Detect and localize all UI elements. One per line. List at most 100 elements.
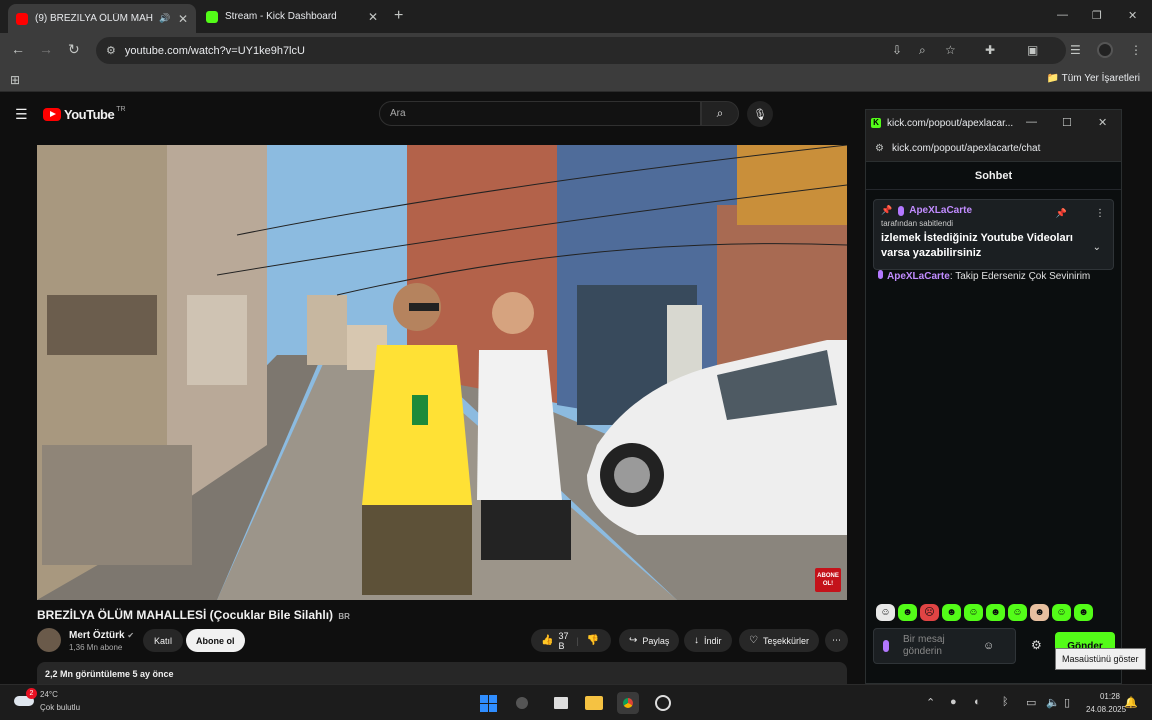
close-window-icon[interactable]: ✕ <box>1128 9 1137 22</box>
chat-settings-icon[interactable]: ⚙ <box>1031 638 1042 652</box>
more-icon: ⋯ <box>832 635 841 645</box>
share-icon: ↪ <box>629 635 638 646</box>
all-bookmarks-folder[interactable]: 📁 Tüm Yer İşaretleri <box>1047 73 1140 84</box>
channel-name-text[interactable]: Mert Öztürk <box>69 630 125 641</box>
reload-icon[interactable]: ↻ <box>68 41 80 58</box>
kick-logo-icon: K <box>871 118 881 128</box>
chat-username[interactable]: ApeXLaCarte <box>887 271 950 282</box>
tray-steam-icon[interactable]: ◐ <box>974 696 981 708</box>
chat-message-input[interactable]: Bir mesaj gönderin ☺ <box>873 628 1016 664</box>
channel-name[interactable]: Mert Öztürk ✔ <box>69 630 134 641</box>
new-tab-icon[interactable]: + <box>394 7 403 25</box>
tab-label: (9) BREZİLYA ÖLÜM MAHALLESİ <box>35 13 153 24</box>
pinned-user[interactable]: ApeXLaCarte <box>909 205 972 216</box>
install-app-icon[interactable]: ⇩ <box>892 43 902 57</box>
popout-url-bar[interactable]: ⚙ kick.com/popout/apexlacarte/chat <box>866 136 1121 162</box>
weather-description[interactable]: Çok bulutlu <box>40 703 80 712</box>
chrome-taskbar-button[interactable] <box>617 692 639 714</box>
close-tab-icon[interactable]: ✕ <box>368 10 378 24</box>
emote-grin-icon[interactable]: ☻ <box>942 604 961 621</box>
verified-badge-icon: ✔ <box>127 631 135 640</box>
volume-icon[interactable]: 🔈 <box>1046 696 1060 709</box>
youtube-logo[interactable]: YouTube TR <box>43 106 126 122</box>
task-view-button[interactable] <box>550 692 572 714</box>
tab-youtube[interactable]: (9) BREZİLYA ÖLÜM MAHALLESİ 🔊 ✕ <box>8 4 196 33</box>
chrome-menu-icon[interactable]: ⋮ <box>1130 43 1142 57</box>
search-circle-icon <box>516 697 528 709</box>
subscribe-watermark[interactable]: ABONE OL! <box>815 568 841 592</box>
obs-taskbar-button[interactable] <box>652 692 674 714</box>
back-icon[interactable]: ← <box>11 41 25 57</box>
pinned-message[interactable]: 📌 ApeXLaCarte tarafından sabitlendi izle… <box>873 199 1114 270</box>
video-player[interactable]: ABONE OL! <box>37 145 847 600</box>
subscribe-button[interactable]: Abone ol <box>186 629 245 652</box>
apps-grid-icon[interactable]: ⊞ <box>10 73 20 87</box>
media-controls-icon[interactable]: ☰ <box>1070 43 1081 57</box>
hamburger-menu-icon[interactable]: ☰ <box>15 106 28 123</box>
popout-close-icon[interactable]: ✕ <box>1098 116 1107 129</box>
search-button[interactable]: ⌕ <box>701 101 739 126</box>
notifications-bell-icon[interactable]: 🔔 <box>1124 696 1138 709</box>
views-and-date: 2,2 Mn görüntüleme 5 ay önce <box>45 669 174 679</box>
zoom-icon[interactable]: ⌕ <box>919 43 926 58</box>
emote-happy-icon[interactable]: ☻ <box>986 604 1005 621</box>
description-box[interactable]: 2,2 Mn görüntüleme 5 ay önce <box>37 662 847 684</box>
search-input[interactable]: Ara <box>379 101 701 126</box>
emote-wink-icon[interactable]: ☺ <box>1052 604 1071 621</box>
tray-bluetooth-icon[interactable]: ᛒ <box>1002 696 1009 708</box>
chat-header: Sohbet <box>866 162 1121 190</box>
weather-temperature[interactable]: 24°C <box>40 690 58 699</box>
pinned-menu-icon[interactable]: ⋮ <box>1095 208 1105 219</box>
audio-playing-icon[interactable]: 🔊 <box>159 13 170 24</box>
emote-frog-icon[interactable]: ☻ <box>898 604 917 621</box>
chrome-icon <box>620 695 636 711</box>
chat-input-placeholder[interactable]: Bir mesaj gönderin <box>903 634 973 658</box>
emote-angry-icon[interactable]: ☹ <box>920 604 939 621</box>
emoji-picker-icon[interactable]: ☺ <box>983 640 994 652</box>
emote-clown-icon[interactable]: ☺ <box>876 604 895 621</box>
site-info-icon[interactable]: ⚙ <box>106 44 116 57</box>
download-button[interactable]: ↓ İndir <box>684 629 732 652</box>
restore-icon[interactable]: ❐ <box>1092 9 1102 22</box>
emote-smile-icon[interactable]: ☺ <box>964 604 983 621</box>
bookmark-star-icon[interactable]: ☆ <box>945 43 956 57</box>
emote-silly-icon[interactable]: ☻ <box>1074 604 1093 621</box>
thanks-button[interactable]: ♡ Teşekkürler <box>739 629 819 652</box>
weather-widget[interactable]: 2 <box>14 688 37 708</box>
site-info-icon[interactable]: ⚙ <box>875 143 884 154</box>
channel-avatar[interactable] <box>37 628 61 652</box>
youtube-favicon-icon <box>16 12 28 25</box>
battery-icon[interactable]: ▯ <box>1064 696 1070 709</box>
tab-kick[interactable]: Stream - Kick Dashboard ✕ <box>198 4 386 29</box>
start-button[interactable] <box>477 692 499 714</box>
download-icon: ↓ <box>694 635 699 646</box>
network-icon[interactable]: ▭ <box>1026 696 1036 709</box>
unpin-icon[interactable]: 📌 <box>1056 208 1067 219</box>
chevron-down-icon[interactable]: ⌄ <box>1093 242 1101 253</box>
like-icon[interactable]: 👍 <box>541 635 553 646</box>
profile-avatar[interactable] <box>1097 42 1113 58</box>
emote-laugh-icon[interactable]: ☺ <box>1008 604 1027 621</box>
chrome-tab-strip: (9) BREZİLYA ÖLÜM MAHALLESİ 🔊 ✕ Stream -… <box>0 0 1152 33</box>
like-count[interactable]: 37 B <box>558 631 568 651</box>
split-view-icon[interactable]: ▣ <box>1027 43 1038 57</box>
minimize-icon[interactable]: — <box>1057 9 1068 21</box>
address-url[interactable]: youtube.com/watch?v=UY1ke9h7lcU <box>125 45 305 57</box>
tray-app-icon[interactable]: ● <box>950 696 957 708</box>
more-actions-button[interactable]: ⋯ <box>825 629 848 652</box>
voice-search-button[interactable]: 🎙 <box>747 101 773 127</box>
system-clock[interactable]: 01:28 24.08.2025 <box>1086 690 1126 716</box>
emote-face-icon[interactable]: ☻ <box>1030 604 1049 621</box>
join-button[interactable]: Katıl <box>143 629 184 652</box>
tray-overflow-icon[interactable]: ⌃ <box>926 696 935 709</box>
dislike-icon[interactable]: 👎 <box>587 635 599 646</box>
close-tab-icon[interactable]: ✕ <box>178 12 188 26</box>
subscriber-count: 1,36 Mn abone <box>69 643 123 652</box>
search-taskbar-button[interactable] <box>511 692 533 714</box>
forward-icon[interactable]: → <box>39 41 53 57</box>
popout-minimize-icon[interactable]: — <box>1026 116 1037 128</box>
extensions-icon[interactable]: ✚ <box>985 43 995 57</box>
share-button[interactable]: ↪ Paylaş <box>619 629 680 652</box>
file-explorer-button[interactable] <box>583 692 605 714</box>
popout-maximize-icon[interactable]: ☐ <box>1062 116 1072 129</box>
